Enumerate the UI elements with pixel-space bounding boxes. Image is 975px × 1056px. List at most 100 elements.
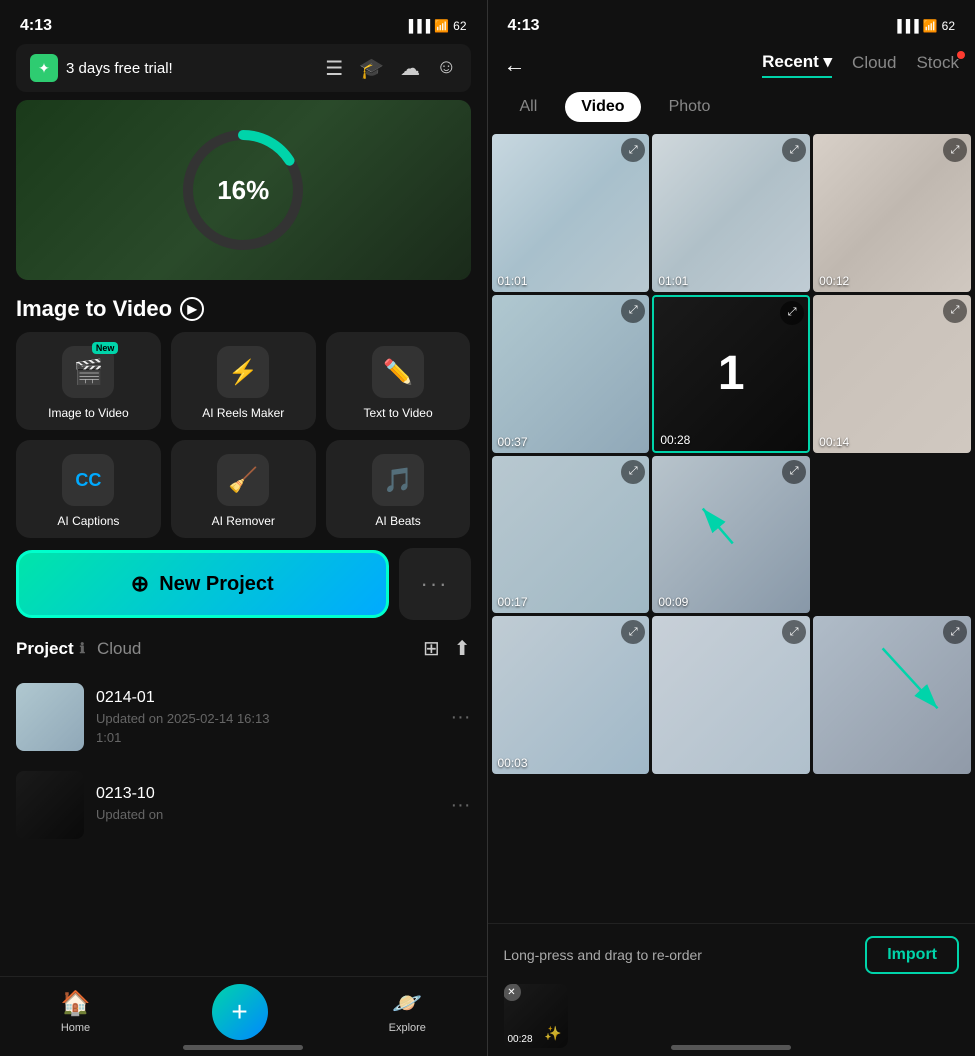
info-circle-icon[interactable]: ▶ (180, 297, 204, 321)
bottom-nav: 🏠 Home + 🪐 Explore (0, 976, 487, 1056)
project-date-1: Updated on (96, 807, 439, 822)
status-icons-right: ▐▐▐ 📶 62 (893, 19, 955, 33)
expand-icon-0[interactable]: ⤢ (621, 138, 645, 162)
info-icon: ℹ (80, 640, 85, 657)
media-item-11[interactable]: ⤢ (813, 616, 971, 774)
right-header: ← Recent ▾ Cloud Stock (488, 44, 975, 88)
media-item-10[interactable]: ⤢ (652, 616, 810, 774)
new-project-label: New Project (159, 573, 273, 596)
project-info-0: 0214-01 Updated on 2025-02-14 16:13 1:01 (96, 689, 439, 745)
nav-explore[interactable]: 🪐 Explore (389, 989, 426, 1034)
media-item-6[interactable]: ⤢ 00:17 (492, 456, 650, 614)
media-item-3[interactable]: ⤢ 00:37 (492, 295, 650, 453)
ai-remover-icon: 🧹 (228, 466, 258, 495)
trial-actions: ☰ 🎓 ☁ ☺ (325, 56, 456, 81)
list-icon[interactable]: ☰ (325, 56, 343, 81)
hint-text: Long-press and drag to re-order (504, 947, 702, 963)
project-item-0[interactable]: 0214-01 Updated on 2025-02-14 16:13 1:01… (0, 673, 487, 761)
filter-video[interactable]: Video (565, 92, 640, 122)
text-to-video-icon: ✏️ (383, 358, 413, 387)
expand-icon-11[interactable]: ⤢ (943, 620, 967, 644)
home-icon: 🏠 (61, 989, 91, 1018)
tool-label-3: AI Captions (57, 514, 119, 528)
hat-icon[interactable]: 🎓 (359, 56, 384, 81)
battery-right: 62 (942, 19, 955, 33)
duration-2: 00:12 (819, 274, 849, 288)
trial-banner[interactable]: ✦ 3 days free trial! ☰ 🎓 ☁ ☺ (16, 44, 471, 92)
media-item-4[interactable]: ⤢ 1 00:28 (652, 295, 810, 453)
video-label: Video (581, 98, 624, 115)
ai-captions-icon-box: CC (62, 454, 114, 506)
grid-icon[interactable]: ⊞ (423, 636, 440, 661)
back-button[interactable]: ← (504, 52, 526, 78)
progress-circle: 16% (178, 125, 308, 255)
right-panel: 4:13 ▐▐▐ 📶 62 ← Recent ▾ Cloud Stock All (488, 0, 975, 1056)
tool-ai-captions[interactable]: CC AI Captions (16, 440, 161, 538)
expand-icon-5[interactable]: ⤢ (943, 299, 967, 323)
more-dots: ··· (421, 571, 449, 597)
expand-icon-1[interactable]: ⤢ (782, 138, 806, 162)
expand-icon-9[interactable]: ⤢ (621, 620, 645, 644)
tab-cloud[interactable]: Cloud (852, 53, 896, 77)
tool-label-0: Image to Video (48, 406, 129, 420)
duration-6: 00:17 (498, 595, 528, 609)
export-icon[interactable]: ⬆ (454, 636, 471, 661)
explore-label: Explore (389, 1022, 426, 1034)
new-project-button[interactable]: ⊕ New Project (16, 550, 389, 618)
expand-icon-10[interactable]: ⤢ (782, 620, 806, 644)
tab-stock[interactable]: Stock (916, 53, 959, 77)
left-panel: 4:13 ▐▐▐ 📶 62 ✦ 3 days free trial! ☰ 🎓 ☁… (0, 0, 487, 1056)
selected-thumb-duration: 00:28 (508, 1034, 533, 1045)
duration-4: 00:28 (660, 433, 690, 447)
nav-home[interactable]: 🏠 Home (61, 989, 91, 1034)
import-button[interactable]: Import (865, 936, 959, 974)
stock-tab-label: Stock (916, 53, 959, 72)
text-to-video-icon-box: ✏️ (372, 346, 424, 398)
duration-7: 00:09 (658, 595, 688, 609)
project-more-0[interactable]: ··· (451, 706, 471, 729)
stock-notification-dot (957, 51, 965, 59)
media-item-5[interactable]: ⤢ 00:14 (813, 295, 971, 453)
media-item-9[interactable]: ⤢ 00:03 (492, 616, 650, 774)
new-badge: New (92, 342, 119, 354)
expand-icon-7[interactable]: ⤢ (782, 460, 806, 484)
tool-image-to-video[interactable]: 🎬 New Image to Video (16, 332, 161, 430)
time-left: 4:13 (20, 17, 52, 35)
tool-ai-reels[interactable]: ⚡ AI Reels Maker (171, 332, 316, 430)
project-thumb-inner-1 (16, 771, 84, 839)
filter-all[interactable]: All (504, 92, 554, 122)
remove-thumb-icon[interactable]: ✕ (504, 984, 521, 1001)
ai-reels-icon-box: ⚡ (217, 346, 269, 398)
media-item-1[interactable]: ⤢ 01:01 (652, 134, 810, 292)
wifi-icon-right: 📶 (923, 19, 938, 33)
tool-label-4: AI Remover (212, 514, 275, 528)
tool-ai-beats[interactable]: 🎵 AI Beats (326, 440, 471, 538)
selected-thumb-0[interactable]: ✕ 00:28 ✨ (504, 984, 568, 1048)
nav-create-button[interactable]: + (212, 984, 268, 1040)
status-icons-left: ▐▐▐ 📶 62 (405, 19, 467, 33)
ai-reels-icon: ⚡ (228, 358, 258, 387)
tool-ai-remover[interactable]: 🧹 AI Remover (171, 440, 316, 538)
media-item-7[interactable]: ⤢ 00:09 (652, 456, 810, 614)
trial-text: 3 days free trial! (66, 60, 173, 77)
expand-icon-6[interactable]: ⤢ (621, 460, 645, 484)
media-item-2[interactable]: ⤢ 00:12 (813, 134, 971, 292)
battery-left: 62 (453, 19, 466, 33)
project-more-1[interactable]: ··· (451, 794, 471, 817)
cloud-icon[interactable]: ☁ (400, 56, 420, 81)
expand-icon-2[interactable]: ⤢ (943, 138, 967, 162)
tool-label-2: Text to Video (363, 406, 432, 420)
media-item-0[interactable]: ⤢ 01:01 (492, 134, 650, 292)
expand-icon-3[interactable]: ⤢ (621, 299, 645, 323)
project-thumb-inner-0 (16, 683, 84, 751)
progress-percent: 16% (217, 175, 269, 206)
tool-text-to-video[interactable]: ✏️ Text to Video (326, 332, 471, 430)
more-button[interactable]: ··· (399, 548, 471, 620)
project-item-1[interactable]: 0213-10 Updated on ··· (0, 761, 487, 849)
projects-label: Project (16, 639, 74, 659)
ai-remover-icon-box: 🧹 (217, 454, 269, 506)
cloud-label[interactable]: Cloud (97, 639, 141, 659)
filter-photo[interactable]: Photo (653, 92, 727, 122)
tab-recent[interactable]: Recent ▾ (762, 52, 832, 78)
face-icon[interactable]: ☺ (436, 56, 456, 81)
